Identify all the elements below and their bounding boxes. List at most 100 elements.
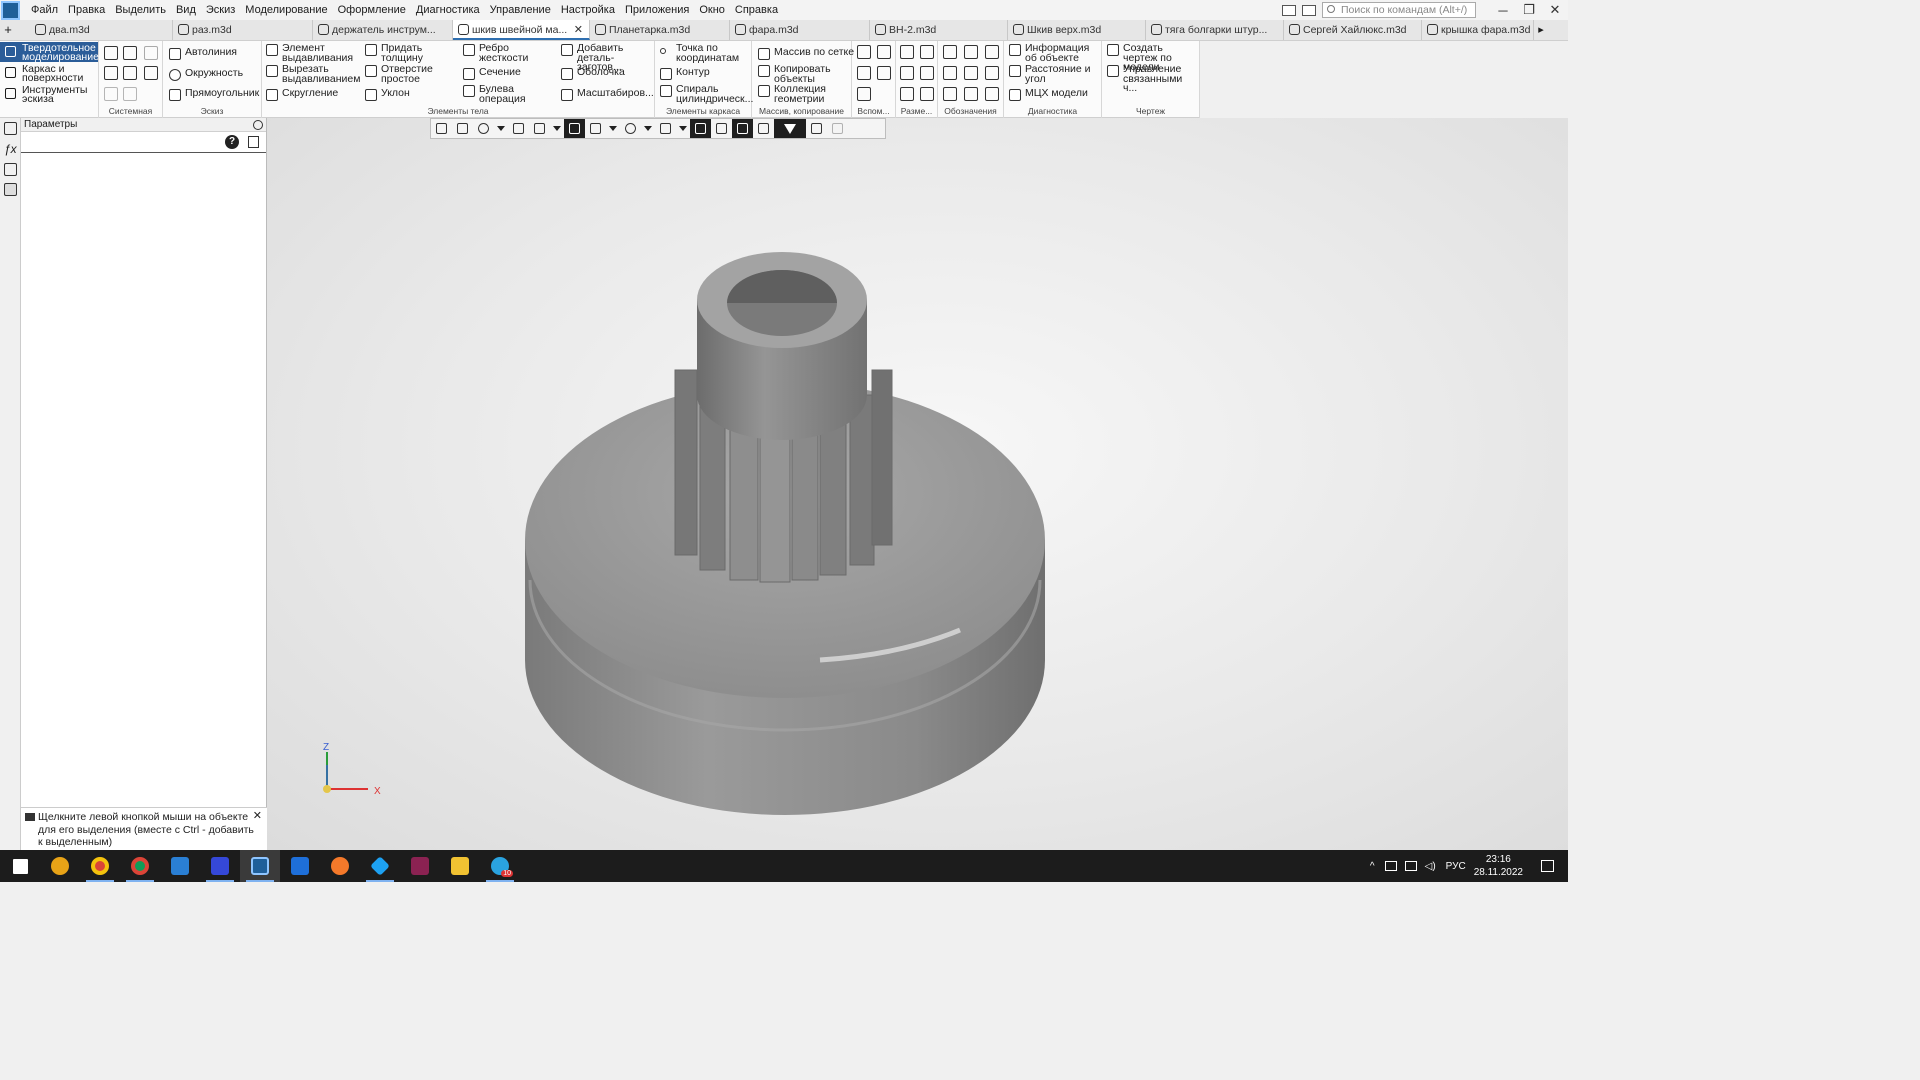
parameters-panel-icon[interactable] xyxy=(4,183,17,196)
taskbar-app-diamond[interactable] xyxy=(360,850,400,882)
new-tab-button[interactable]: + xyxy=(0,20,16,40)
autoline-button[interactable]: Автолиния xyxy=(169,47,237,60)
filter-button[interactable] xyxy=(774,119,806,138)
tree-list-icon[interactable] xyxy=(248,136,259,148)
taskbar-chrome-2[interactable] xyxy=(120,850,160,882)
tab-sergey[interactable]: Сергей Хайлюкс.m3d xyxy=(1284,20,1422,40)
minimize-button[interactable]: ─ xyxy=(1490,3,1516,18)
cut-extrude-button[interactable]: Вырезать выдавливанием xyxy=(266,64,362,84)
shaded-mode-button[interactable] xyxy=(564,119,585,138)
tab-pulley-active[interactable]: шкив швейной ма... ✕ xyxy=(453,20,590,40)
open-file-icon[interactable] xyxy=(123,46,137,60)
tray-chevron-up-icon[interactable]: ^ xyxy=(1370,861,1375,872)
linear-dim-icon[interactable] xyxy=(900,45,914,59)
command-search-input[interactable]: Поиск по командам (Alt+/) xyxy=(1322,2,1476,18)
menu-design[interactable]: Оформление xyxy=(333,0,411,20)
volume-icon[interactable]: ◁) xyxy=(1425,861,1436,872)
tab-planetarka[interactable]: Планетарка.m3d xyxy=(590,20,730,40)
tab-dva[interactable]: два.m3d xyxy=(30,20,173,40)
spiral-button[interactable]: Спираль цилиндрическ... xyxy=(660,84,753,104)
menu-management[interactable]: Управление xyxy=(485,0,556,20)
camera-dropdown[interactable] xyxy=(676,119,690,138)
menu-select[interactable]: Выделить xyxy=(110,0,171,20)
save-all-icon[interactable] xyxy=(144,66,158,80)
tab-pulley-top[interactable]: Шкив верх.m3d xyxy=(1008,20,1146,40)
undo-icon[interactable] xyxy=(104,87,118,101)
menu-diagnostics[interactable]: Диагностика xyxy=(411,0,485,20)
layout-icon[interactable] xyxy=(1282,4,1296,16)
start-button[interactable] xyxy=(0,850,40,882)
draft-button[interactable]: Уклон xyxy=(365,88,410,101)
tab-lamp-cover[interactable]: крышка фара.m3d xyxy=(1422,20,1534,40)
thread-icon[interactable] xyxy=(943,45,957,59)
leader-icon[interactable] xyxy=(964,45,978,59)
properties-button[interactable] xyxy=(806,119,827,138)
menu-applications[interactable]: Приложения xyxy=(620,0,694,20)
clock[interactable]: 23:16 28.11.2022 xyxy=(1474,853,1523,879)
taskbar-app-n[interactable] xyxy=(160,850,200,882)
taskbar-winrar[interactable] xyxy=(400,850,440,882)
object-info-button[interactable]: Информация об объекте xyxy=(1009,43,1103,63)
offset-plane-icon[interactable] xyxy=(857,66,871,80)
radius-dim-icon[interactable] xyxy=(900,66,914,80)
preview-icon[interactable] xyxy=(123,66,137,80)
fillet-button[interactable]: Скругление xyxy=(266,88,338,101)
hint-close-icon[interactable]: ✕ xyxy=(253,810,262,823)
visibility-dropdown[interactable] xyxy=(641,119,655,138)
section-view-button[interactable] xyxy=(690,119,711,138)
weld-icon[interactable] xyxy=(964,87,978,101)
mode-sketch-tools[interactable]: Инструменты эскиза xyxy=(0,84,98,104)
mark-icon[interactable] xyxy=(985,66,999,80)
circle-button[interactable]: Окружность xyxy=(169,68,243,81)
tabs-scroll-right[interactable]: ▸ xyxy=(1534,20,1548,40)
taskbar-kompas[interactable] xyxy=(240,850,280,882)
coordinate-system-button[interactable] xyxy=(452,119,473,138)
tolerance-icon[interactable] xyxy=(964,66,978,80)
section-button[interactable]: Сечение xyxy=(463,67,521,80)
menu-window[interactable]: Окно xyxy=(694,0,730,20)
notifications-icon[interactable] xyxy=(1541,860,1554,872)
help-icon[interactable]: ? xyxy=(225,135,239,149)
distance-angle-button[interactable]: Расстояние и угол xyxy=(1009,64,1101,84)
redo-icon[interactable] xyxy=(123,87,137,101)
model-tree-icon[interactable] xyxy=(4,122,17,135)
menu-file[interactable]: Файл xyxy=(26,0,63,20)
taskbar-explorer[interactable] xyxy=(440,850,480,882)
selection-filter-button[interactable] xyxy=(732,119,753,138)
camera-button[interactable] xyxy=(655,119,676,138)
mass-properties-button[interactable]: МЦХ модели xyxy=(1009,88,1088,101)
plane-icon[interactable] xyxy=(857,45,871,59)
rectangle-button[interactable]: Прямоугольник xyxy=(169,88,259,101)
tab-raz[interactable]: раз.m3d xyxy=(173,20,313,40)
model-canvas[interactable]: Z X xyxy=(267,118,1568,850)
layers-icon[interactable] xyxy=(4,163,17,176)
boolean-button[interactable]: Булева операция xyxy=(463,84,531,104)
menu-sketch[interactable]: Эскиз xyxy=(201,0,240,20)
shell-button[interactable]: Оболочка xyxy=(561,67,625,80)
taskbar-telegram[interactable]: 10 xyxy=(480,850,520,882)
snap-grid-button[interactable] xyxy=(431,119,452,138)
wireframe-mode-button[interactable] xyxy=(585,119,606,138)
restore-button[interactable]: ❐ xyxy=(1516,2,1542,18)
tab-grinder-rod[interactable]: тяга болгарки штур... xyxy=(1146,20,1284,40)
zoom-button[interactable] xyxy=(473,119,494,138)
taskbar-blender[interactable] xyxy=(320,850,360,882)
geometry-collection-button[interactable]: Коллекция геометрии xyxy=(758,84,834,104)
3d-viewport[interactable]: Z X xyxy=(267,118,1568,850)
axis-icon[interactable] xyxy=(877,45,891,59)
position-icon[interactable] xyxy=(943,87,957,101)
thicken-button[interactable]: Придать толщину xyxy=(365,43,433,63)
pan-button[interactable] xyxy=(508,119,529,138)
base-icon[interactable] xyxy=(943,66,957,80)
edit-button[interactable] xyxy=(827,119,848,138)
rib-button[interactable]: Ребро жесткости xyxy=(463,43,531,63)
panel-settings-gear-icon[interactable] xyxy=(253,120,263,130)
text-icon[interactable] xyxy=(985,87,999,101)
taskbar-chrome-1[interactable] xyxy=(80,850,120,882)
line-icon[interactable] xyxy=(857,87,871,101)
angle-dim-icon[interactable] xyxy=(920,66,934,80)
manage-linked-button[interactable]: Управление связанными ч... xyxy=(1107,64,1197,94)
measure-button[interactable] xyxy=(753,119,774,138)
hide-show-button[interactable] xyxy=(620,119,641,138)
tab-fara[interactable]: фара.m3d xyxy=(730,20,870,40)
